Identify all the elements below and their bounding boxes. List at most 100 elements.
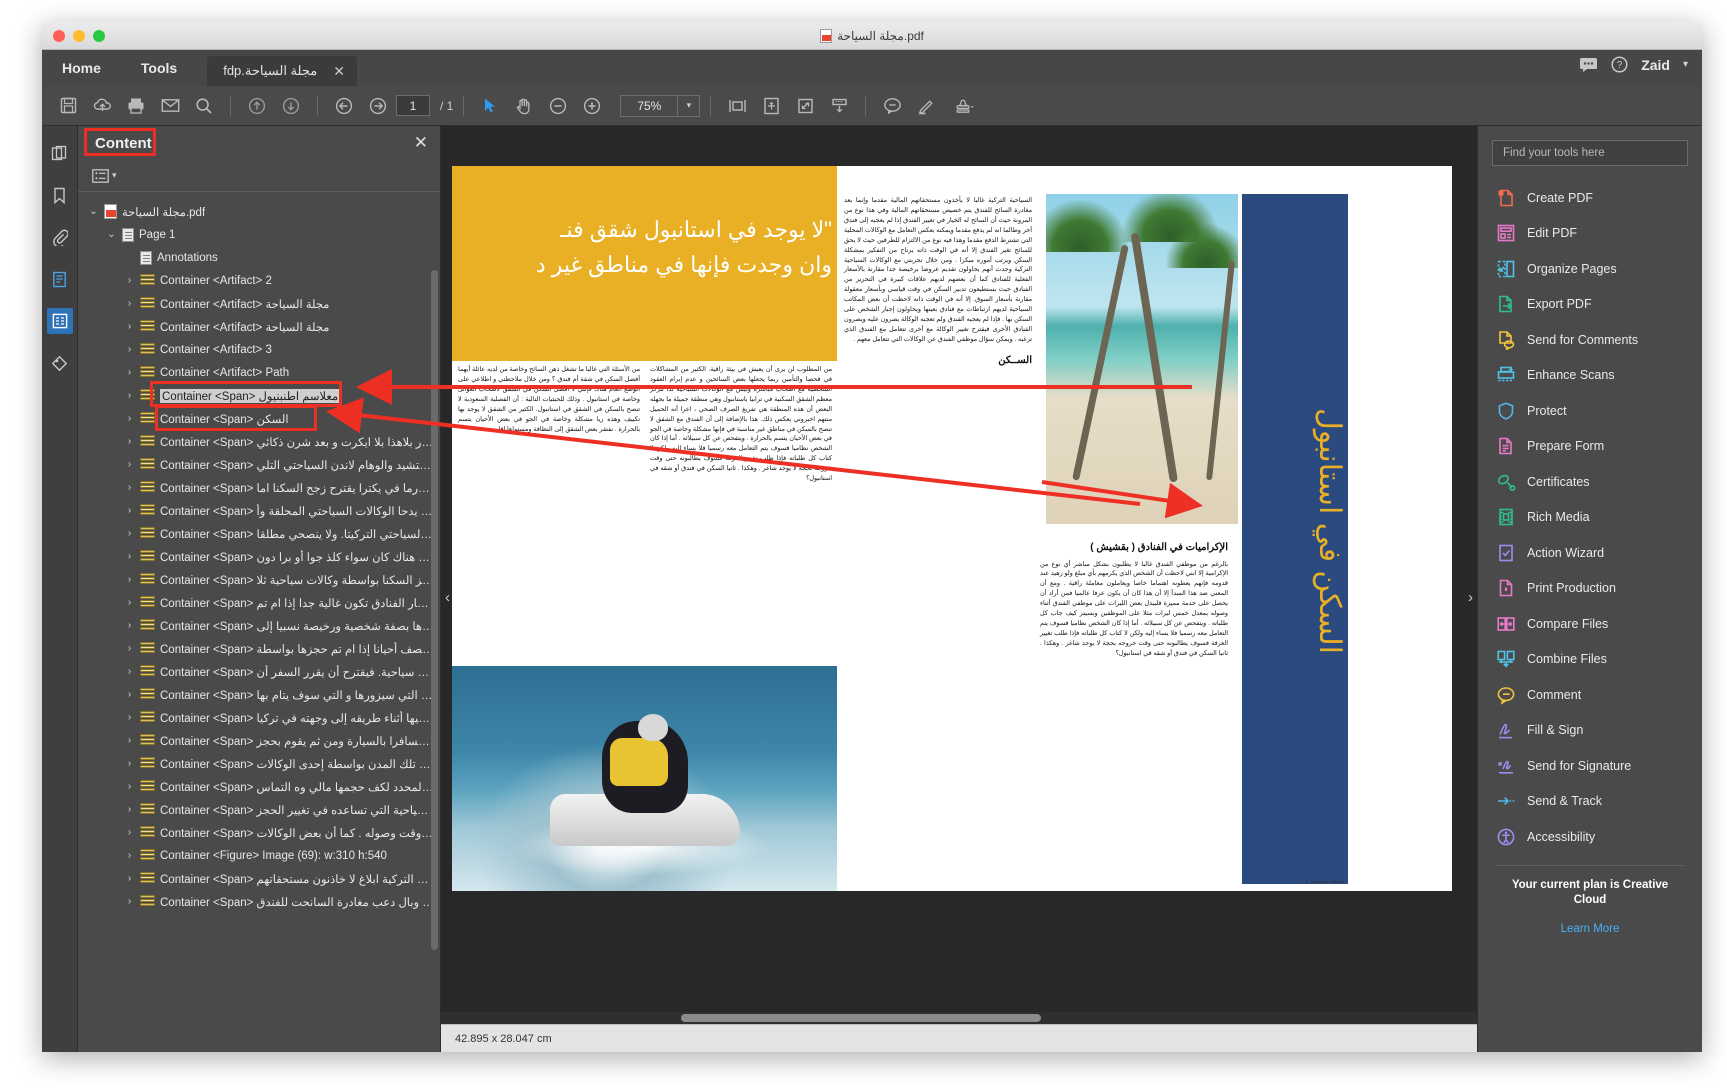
- tree-row[interactable]: › Container <Span> ليتوافق مع وقت وصوله .…: [78, 821, 440, 844]
- fit-width-icon[interactable]: [721, 91, 753, 121]
- tree-row[interactable]: › Container <Span> حجز السكنا بواسطة وكال…: [78, 568, 440, 591]
- bookmarks-icon[interactable]: [47, 182, 73, 208]
- chevron-right-icon[interactable]: ›: [124, 275, 135, 286]
- next-view-icon[interactable]: [362, 91, 394, 121]
- scrollbar-thumb[interactable]: [681, 1014, 1041, 1022]
- zoom-out-icon[interactable]: [542, 91, 574, 121]
- tree-row[interactable]: › Container <Span> إذا كان مسافرا بالسيار…: [78, 729, 440, 752]
- tool-item-organize-pages[interactable]: Organize Pages: [1478, 251, 1702, 287]
- tool-item-action-wizard[interactable]: Action Wizard: [1478, 535, 1702, 571]
- fit-page-icon[interactable]: [789, 91, 821, 121]
- chevron-right-icon[interactable]: ›: [124, 620, 135, 631]
- previous-page-chevron[interactable]: ‹: [445, 589, 450, 606]
- tree-row[interactable]: ⌄ Page 1: [78, 223, 440, 246]
- tool-item-edit-pdf[interactable]: Edit PDF: [1478, 216, 1702, 252]
- tree-scrollbar[interactable]: [431, 270, 438, 950]
- chevron-right-icon[interactable]: ›: [124, 758, 135, 769]
- chevron-right-icon[interactable]: ›: [124, 482, 135, 493]
- pan-and-zoom-icon[interactable]: [755, 91, 787, 121]
- hand-tool-icon[interactable]: [508, 91, 540, 121]
- chevron-right-icon[interactable]: ›: [124, 551, 135, 562]
- tree-row[interactable]: Annotations: [78, 246, 440, 269]
- tool-item-protect[interactable]: Protect: [1478, 393, 1702, 429]
- next-page-chevron[interactable]: ›: [1468, 589, 1473, 606]
- chevron-right-icon[interactable]: ›: [124, 436, 135, 447]
- search-icon[interactable]: [188, 91, 220, 121]
- chevron-right-icon[interactable]: ›: [124, 367, 135, 378]
- tool-item-send-for-signature[interactable]: Send for Signature: [1478, 748, 1702, 784]
- chevron-down-icon[interactable]: ▾: [1683, 59, 1688, 70]
- chevron-right-icon[interactable]: ›: [124, 459, 135, 470]
- page-up-icon[interactable]: [241, 91, 273, 121]
- content-panel-icon[interactable]: [46, 308, 73, 334]
- close-icon[interactable]: ✕: [333, 63, 345, 80]
- chevron-right-icon[interactable]: ›: [124, 689, 135, 700]
- tool-item-print-production[interactable]: Print Production: [1478, 571, 1702, 607]
- chat-bubble-icon[interactable]: [1579, 57, 1598, 72]
- tree-row[interactable]: › Container <Artifact> Path: [78, 361, 440, 384]
- chevron-right-icon[interactable]: ›: [124, 781, 135, 792]
- stamp-icon[interactable]: [944, 91, 984, 121]
- menu-home[interactable]: Home: [42, 50, 121, 86]
- chevron-down-icon[interactable]: ▾: [112, 170, 117, 181]
- tool-item-certificates[interactable]: Certificates: [1478, 464, 1702, 500]
- upload-cloud-icon[interactable]: [86, 91, 118, 121]
- tool-item-send-for-comments[interactable]: Send for Comments: [1478, 322, 1702, 358]
- tool-item-comment[interactable]: Comment: [1478, 677, 1702, 713]
- chevron-right-icon[interactable]: ›: [124, 321, 135, 332]
- chevron-right-icon[interactable]: ›: [124, 827, 135, 838]
- tree-row[interactable]: › Container <Span> معلاسم اطنبنيول: [78, 384, 440, 407]
- options-list-icon[interactable]: ▾: [92, 168, 117, 183]
- tree-row[interactable]: › Container <Figure> Image (69): w:310 h:…: [78, 844, 440, 867]
- attachments-icon[interactable]: [47, 224, 73, 250]
- tree-row[interactable]: › Container <Span> السياحيتة التركية ابلا…: [78, 867, 440, 890]
- tags-icon[interactable]: [47, 350, 73, 376]
- chevron-right-icon[interactable]: ›: [124, 850, 135, 861]
- chevron-right-icon[interactable]: ›: [124, 528, 135, 539]
- tool-item-compare-files[interactable]: Compare Files: [1478, 606, 1702, 642]
- pages-icon[interactable]: [47, 266, 73, 292]
- chevron-down-icon[interactable]: ▾: [678, 94, 701, 117]
- tree-row[interactable]: › Container <Span> حمدا تقرر بلاهذا بلا ا…: [78, 430, 440, 453]
- chevron-right-icon[interactable]: ›: [124, 643, 135, 654]
- scroll-mode-icon[interactable]: [823, 91, 855, 121]
- tool-item-fill-sign[interactable]: Fill & Sign: [1478, 713, 1702, 749]
- tree-row[interactable]: › Container <Span> حجزها بصفة شخصية ورخيص…: [78, 614, 440, 637]
- tree-row[interactable]: › Container <Span> السكن: [78, 407, 440, 430]
- chevron-right-icon[interactable]: ›: [124, 666, 135, 677]
- tree-row[interactable]: › Container <Span> شتروزرما في يكترا يقتر…: [78, 476, 440, 499]
- tree-row[interactable]: › Container <Span> الوكالات السياحتي التر…: [78, 522, 440, 545]
- tree-row[interactable]: › Container <Span> التوجيه بلا هناك كان س…: [78, 545, 440, 568]
- tool-item-prepare-form[interactable]: Prepare Form: [1478, 429, 1702, 465]
- document-viewer[interactable]: ‹ › "لا يوجد في استانبول شقق فنـ وان وجد…: [441, 126, 1477, 1052]
- horizontal-scrollbar[interactable]: [441, 1012, 1477, 1024]
- zoom-control[interactable]: 75% ▾: [620, 94, 701, 117]
- select-tool-icon[interactable]: [474, 91, 506, 121]
- tree-row[interactable]: › Container <Span> أو يبقى فيها أثناء طري…: [78, 706, 440, 729]
- email-icon[interactable]: [154, 91, 186, 121]
- page-down-icon[interactable]: [275, 91, 307, 121]
- tree-row[interactable]: › Container <Span> يحدد المدن التي سيزوره…: [78, 683, 440, 706]
- tree-row[interactable]: ⌄ مجلة السياحة.pdf: [78, 200, 440, 223]
- chevron-right-icon[interactable]: ›: [124, 390, 135, 401]
- close-panel-icon[interactable]: ✕: [414, 133, 428, 153]
- tree-row[interactable]: › Container <Span> اسعار الفنادق تكون غال…: [78, 591, 440, 614]
- tree-row[interactable]: › Container <Artifact> مجلة السياحة: [78, 315, 440, 338]
- tree-row[interactable]: › Container <Artifact> 3: [78, 338, 440, 361]
- tree-row[interactable]: › Container <Artifact> مجلة السياحة: [78, 292, 440, 315]
- page-number-input[interactable]: 1: [396, 95, 430, 116]
- chevron-right-icon[interactable]: ›: [124, 597, 135, 608]
- chevron-right-icon[interactable]: ›: [124, 413, 135, 424]
- chevron-right-icon[interactable]: ›: [124, 344, 135, 355]
- previous-view-icon[interactable]: [328, 91, 360, 121]
- highlight-icon[interactable]: [910, 91, 942, 121]
- tree-row[interactable]: › Container <Span> الفنادق في تلك المدن ب…: [78, 752, 440, 775]
- tree-row[interactable]: › Container <Span> بواسطة يدحا الوكالات ا…: [78, 499, 440, 522]
- tool-item-combine-files[interactable]: Combine Files: [1478, 642, 1702, 678]
- chevron-right-icon[interactable]: ›: [124, 804, 135, 815]
- chevron-right-icon[interactable]: ›: [124, 896, 135, 907]
- tree-row[interactable]: › Container <Span> اقل من النصف أحيانا إذ…: [78, 637, 440, 660]
- tree-row[interactable]: › Container <Span> في الوقت المحدد لكف حج…: [78, 775, 440, 798]
- search-input[interactable]: Find your tools here: [1492, 140, 1688, 166]
- chevron-right-icon[interactable]: ›: [124, 574, 135, 585]
